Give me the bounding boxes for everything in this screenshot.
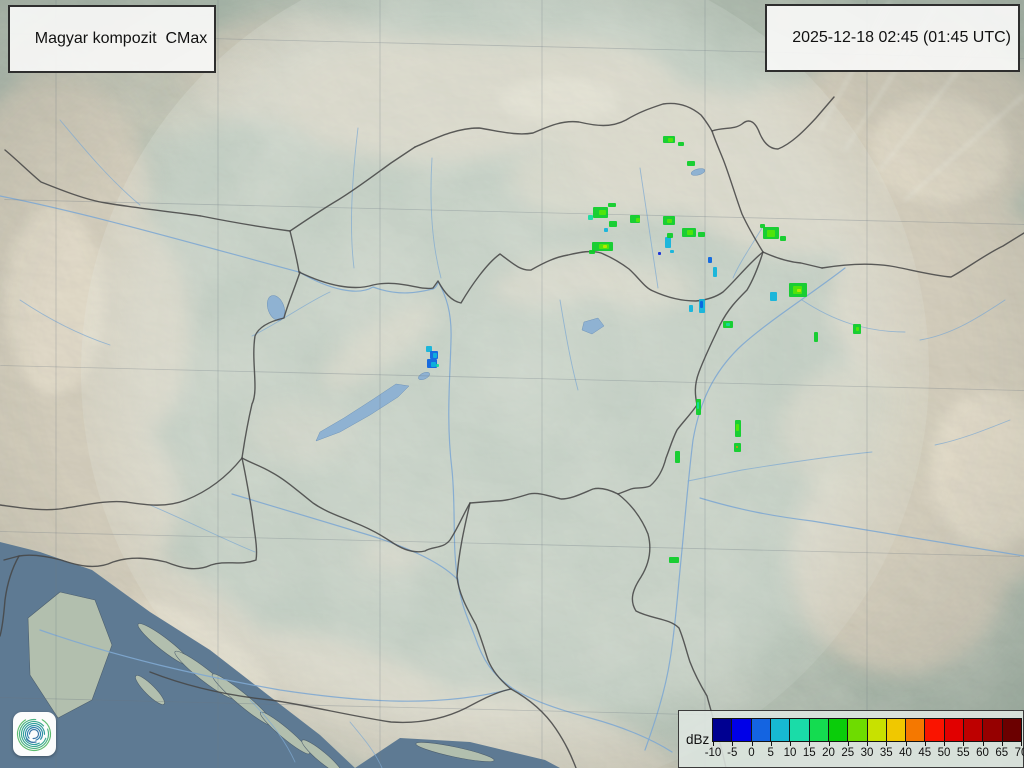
legend-color-box-50 [945, 719, 964, 741]
legend-tick-label: 45 [918, 747, 931, 759]
legend-color-box-0 [752, 719, 771, 741]
legend-color-box-45 [925, 719, 944, 741]
legend-color-box-55 [964, 719, 983, 741]
spiral-logo-icon [13, 712, 56, 756]
legend-tick-label: 55 [957, 747, 970, 759]
legend-tick-mark [963, 741, 964, 746]
legend-color-box-15 [810, 719, 829, 741]
timestamp-box: 2025-12-18 02:45 (01:45 UTC) [765, 4, 1020, 72]
product-label: Magyar kompozit CMax [35, 30, 208, 47]
legend-tick-label: 40 [899, 747, 912, 759]
legend-tick-label: 0 [748, 747, 754, 759]
legend-tick-label: 20 [822, 747, 835, 759]
legend-tick-label: 65 [995, 747, 1008, 759]
legend-tick-label: 30 [861, 747, 874, 759]
legend-tick-mark [732, 741, 733, 746]
legend-color-box--10 [713, 719, 732, 741]
legend-tick-label: 70 [1015, 747, 1024, 759]
legend-tick-label: 25 [841, 747, 854, 759]
legend-tick-label: 60 [976, 747, 989, 759]
legend-color-box-60 [983, 719, 1002, 741]
legend-tick-mark [944, 741, 945, 746]
legend-color-box-65 [1003, 719, 1021, 741]
legend-tick-mark [752, 741, 753, 746]
legend-tick-mark [925, 741, 926, 746]
legend-tick-label: 35 [880, 747, 893, 759]
radar-composite-screen: Magyar kompozit CMax 2025-12-18 02:45 (0… [0, 0, 1024, 768]
topographic-basemap [0, 0, 1024, 768]
legend-tick-mark [867, 741, 868, 746]
legend-tick-label: -5 [727, 747, 737, 759]
legend-color-box-40 [906, 719, 925, 741]
timestamp-label: 2025-12-18 02:45 (01:45 UTC) [792, 29, 1011, 46]
product-label-box: Magyar kompozit CMax [8, 5, 216, 73]
legend-tick-mark [790, 741, 791, 746]
legend-color-box-35 [887, 719, 906, 741]
legend-tick-label: 15 [803, 747, 816, 759]
dbz-colorbar [712, 718, 1022, 742]
legend-tick-mark [983, 741, 984, 746]
legend-tick-mark [1002, 741, 1003, 746]
legend-color-box--5 [732, 719, 751, 741]
legend-tick-mark [713, 741, 714, 746]
legend-color-box-10 [790, 719, 809, 741]
legend-color-box-30 [868, 719, 887, 741]
legend-tick-mark [809, 741, 810, 746]
legend-unit-label: dBz [686, 732, 709, 747]
legend-color-box-25 [848, 719, 867, 741]
legend-tick-mark [829, 741, 830, 746]
hungaromet-spiral-logo [13, 712, 56, 756]
dbz-legend-panel: dBz -10 -5 0 5 10 15 20 25 30 35 40 45 50 55 60 65 70 [678, 710, 1024, 768]
legend-tick-mark [771, 741, 772, 746]
legend-tick-label: -10 [705, 747, 722, 759]
legend-tick-mark [886, 741, 887, 746]
dbz-tick-row: -10-50510152025303540455055606570 [713, 741, 1021, 767]
legend-tick-label: 50 [938, 747, 951, 759]
legend-tick-mark [848, 741, 849, 746]
legend-color-box-5 [771, 719, 790, 741]
legend-tick-label: 10 [784, 747, 797, 759]
legend-tick-mark [906, 741, 907, 746]
legend-tick-mark [1021, 741, 1022, 746]
legend-color-box-20 [829, 719, 848, 741]
legend-tick-label: 5 [768, 747, 774, 759]
